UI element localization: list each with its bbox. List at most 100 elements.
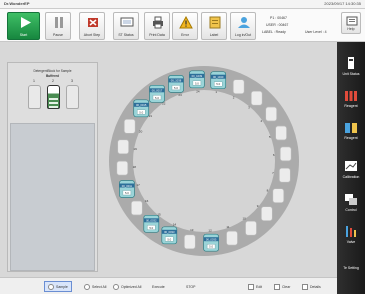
sample-id: 00_0035 [206,238,217,242]
sidebar-label: Reagent [344,136,358,140]
details-label: Details [310,284,321,289]
sample-amount: 5.0 [139,110,143,114]
sample-amount: 5.0 [209,245,213,249]
start-button[interactable]: Start [7,12,40,40]
error-button[interactable]: Error [172,12,198,40]
sample-slot[interactable] [226,230,238,246]
position-number: 24 [196,89,200,93]
edit-button[interactable]: Edit [248,281,262,292]
sample-slot[interactable] [116,160,129,176]
execute-label: Execute [152,284,165,289]
unit-status-icon [348,57,354,69]
edit-icon [248,283,254,290]
sample-slot[interactable] [250,90,263,106]
position-number: 19 [133,147,137,151]
sample-id: 00_1040 [213,75,224,79]
sample-slot[interactable] [260,206,273,222]
sample-amount: 5.0 [167,237,171,241]
label-button[interactable]: Label [201,12,227,40]
detail-area [10,123,95,271]
error-label: Error [181,33,189,37]
bottle-2[interactable] [47,85,60,109]
sample-slot[interactable] [278,167,291,183]
bottle-label-3: 3 [71,79,73,83]
sample-slot[interactable] [272,188,285,204]
sample-slot[interactable] [275,125,287,141]
sidebar-valve[interactable]: Valve [337,219,365,251]
help-label: Help [347,27,355,31]
user-icon [238,17,250,28]
sample-position[interactable]: 00_0017 5.022 [149,84,166,106]
optimized-button[interactable]: Optimized All [113,281,141,292]
sample-button[interactable]: Sample [44,281,72,292]
sample-slot[interactable] [232,79,245,95]
clear-button[interactable]: Clear [274,281,290,292]
position-number: 16 [145,199,149,203]
sample-slot[interactable] [245,220,257,236]
login-logout-label: Log in/Out [234,33,252,37]
sample-slot[interactable] [123,118,136,134]
panel-title: DetergentBlock for Sample [33,69,72,73]
label-icon [209,16,221,29]
warning-icon [179,16,193,29]
sidebar-reagent[interactable]: Reagent [337,83,365,115]
print-data-button[interactable]: Print Data [144,12,170,40]
sidebar-calibration[interactable]: Calibration [337,154,365,186]
play-icon [21,17,31,28]
sample-position[interactable]: 00_0032 5.0 15 [143,213,161,233]
printer-icon [153,16,163,29]
sample-slot[interactable] [265,106,278,122]
sample-carousel: 00_1040 5.0 1 2 3 4 5 6 7 8 9 10 11 00_0035 5.0 12 13 00_… [109,55,299,267]
sidebar-label: Unit Status [342,72,360,76]
select-all-button[interactable]: Select All [84,281,106,292]
pause-icon [55,17,63,28]
user-info: USER : 00467 [266,23,289,27]
sample-id: 00_0032 [146,219,157,223]
position-number: 22 [162,102,166,106]
execute-button[interactable]: Execute [152,281,165,292]
position-number: 17 [137,183,141,187]
user-level: User Level : 4 [305,30,327,34]
st-status-button[interactable]: ST Status [113,12,139,40]
sidebar-label: Reagent [344,104,358,108]
label-status: LABEL : Ready [262,30,286,34]
sample-id: 00_0015 [136,103,147,107]
position-number: 12 [208,229,212,233]
sample-slot[interactable] [183,234,196,250]
position-number: 21 [149,114,153,118]
sample-amount: 5.0 [216,82,220,86]
toolbar: Start Pause Abort Step ST Status Print D… [0,9,365,42]
sample-amount: 5.0 [125,191,129,195]
sample-label: Sample [56,284,68,289]
sidebar-unit-status[interactable]: Unit Status [337,51,365,83]
sidebar-reagent-bottles[interactable]: Reagent [337,115,365,147]
pause-button[interactable]: Pause [45,12,71,40]
bottle-1[interactable] [28,85,41,109]
stop-button[interactable]: STOP [186,281,195,292]
clear-icon [274,283,280,290]
pause-label: Pause [53,33,63,37]
sample-slot[interactable] [117,139,130,155]
sample-slot[interactable] [279,146,292,162]
help-icon [346,16,358,26]
abort-step-button[interactable]: Abort Step [79,12,105,40]
position-number: 14 [173,222,177,226]
sidebar-label: Calibration [342,175,360,179]
position-number: 11 [226,225,229,229]
title-bar: Dr.WonderEP 2023/09/17 14:30:35 [0,0,365,9]
login-logout-button[interactable]: Log in/Out [230,12,256,40]
sidebar-te-setting[interactable]: Te Setting [337,254,365,286]
bottom-bar: Sample Select All Optimized All Execute … [0,277,337,294]
clear-label: Clear [282,284,291,289]
bottle-3[interactable] [66,85,79,109]
sample-slot[interactable] [130,200,143,216]
bottle-label-1: 1 [33,79,35,83]
details-button[interactable]: Details [302,281,321,292]
position-number: 15 [157,213,161,217]
help-button[interactable]: Help [341,12,361,34]
sample-amount: 5.0 [149,226,153,230]
sidebar-control[interactable]: Control [337,187,365,219]
p1-info: P1 : 00467 [270,16,287,20]
sample-amount: 5.0 [174,86,178,90]
sample-id: 00_0011 [122,184,133,188]
